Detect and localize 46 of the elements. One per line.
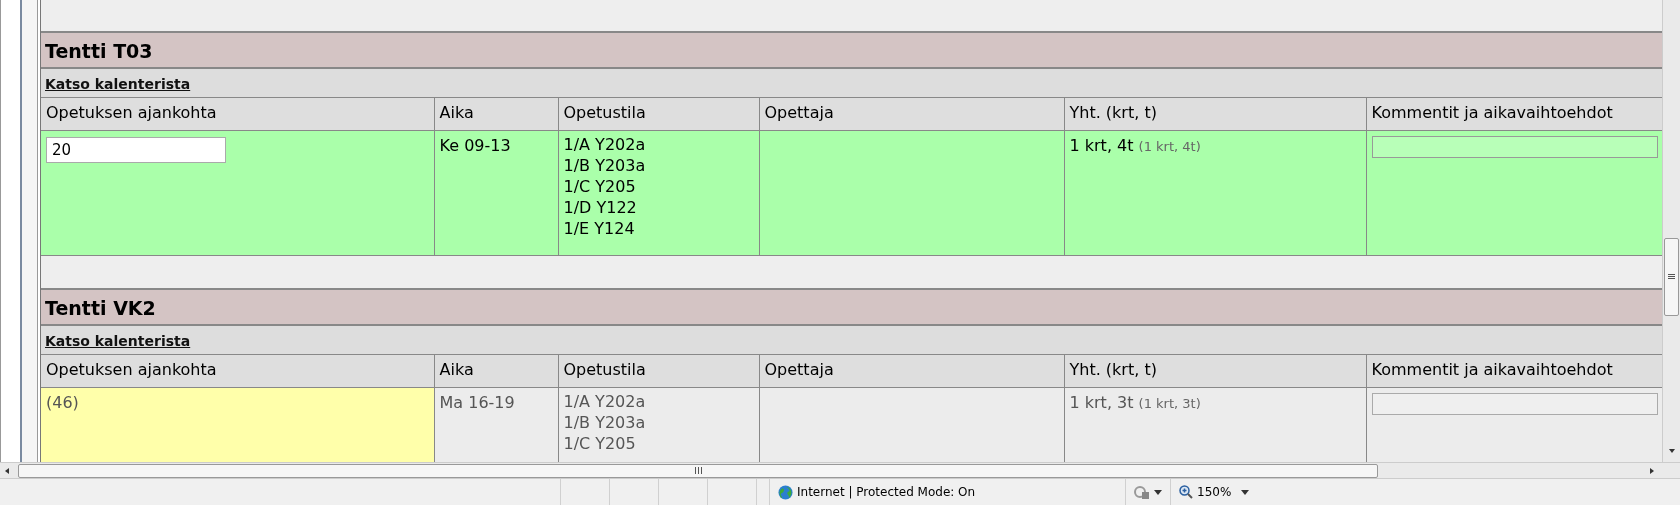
horizontal-scrollbar[interactable] (0, 462, 1680, 478)
scrollbar-thumb[interactable] (1664, 238, 1679, 316)
total-text: 1 krt, 4t (1069, 136, 1134, 155)
section-title: Tentti T03 (41, 31, 1662, 69)
period-field[interactable]: 20 (46, 137, 226, 163)
room-text: 1/B Y203a (563, 155, 646, 176)
room-text: 1/C Y205 (563, 176, 636, 197)
comment-field[interactable] (1371, 136, 1658, 158)
column-header: Aika (434, 97, 558, 131)
column-header: Kommentit ja aikavaihtoehdot (1366, 97, 1662, 131)
grip-icon (694, 467, 702, 474)
caret-icon (1241, 489, 1249, 495)
room-text: 1/A Y202a (563, 391, 646, 412)
column-header: Aika (434, 354, 558, 388)
column-header: Yht. (krt, t) (1064, 97, 1366, 131)
column-header: Opetustila (558, 354, 759, 388)
column-header: Yht. (krt, t) (1064, 354, 1366, 388)
column-header: Opettaja (759, 354, 1064, 388)
caret-icon (1154, 489, 1162, 495)
column-header: Opettaja (759, 97, 1064, 131)
room-text: 1/C Y205 (563, 433, 636, 454)
table-cell: Ma 16-19 (434, 387, 558, 462)
room-text: 1/B Y203a (563, 412, 646, 433)
zoom-icon (1179, 485, 1193, 499)
period-text: (46) (46, 393, 79, 412)
zoom-button[interactable]: 150% (1171, 481, 1257, 503)
scrollbar-thumb[interactable] (18, 463, 1378, 478)
security-zone-text: Internet | Protected Mode: On (797, 484, 976, 501)
column-header: Opetuksen ajankohta (41, 354, 434, 388)
planned-total-text: (1 krt, 3t) (1138, 396, 1201, 411)
vertical-scrollbar[interactable] (1662, 0, 1680, 462)
globe-icon (778, 484, 793, 500)
calendar-link[interactable]: Katso kalenterista (45, 76, 191, 92)
planned-total-text: (1 krt, 4t) (1138, 139, 1201, 154)
column-header: Opetustila (558, 97, 759, 131)
room-text: 1/D Y122 (563, 197, 637, 218)
total-text: 1 krt, 3t (1069, 393, 1134, 412)
column-header: Kommentit ja aikavaihtoehdot (1366, 354, 1662, 388)
calendar-link[interactable]: Katso kalenterista (45, 333, 191, 349)
room-text: 1/E Y124 (563, 218, 635, 239)
section-title: Tentti VK2 (41, 288, 1662, 326)
zoom-level-text: 150% (1197, 484, 1233, 501)
grip-icon (1668, 274, 1675, 280)
column-header: Opetuksen ajankohta (41, 97, 434, 131)
room-text: 1/A Y202a (563, 134, 646, 155)
table-cell: Ke 09-13 (434, 130, 558, 256)
